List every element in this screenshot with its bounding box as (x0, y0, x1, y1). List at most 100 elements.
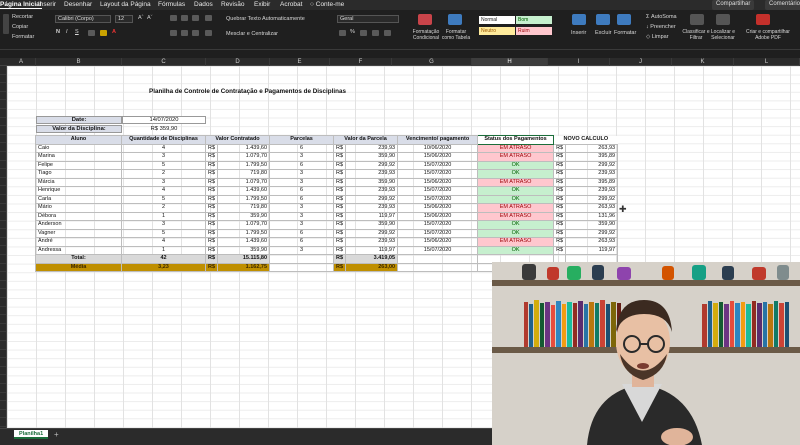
row-header[interactable] (0, 332, 6, 341)
vencimento-cell[interactable]: 15/07/2020 (397, 194, 479, 204)
tab-exibir[interactable]: Exibir (254, 1, 270, 8)
style-neutral[interactable]: Neutro (479, 27, 515, 35)
parcelas-cell[interactable]: 6 (269, 237, 335, 247)
vencimento-cell[interactable]: 15/07/2020 (397, 186, 479, 196)
novo-calculo-cell[interactable]: 131,96 (565, 211, 619, 221)
aluno-cell[interactable]: Marina (35, 152, 122, 162)
tab-formulas[interactable]: Fórmulas (158, 1, 185, 8)
tab-pagina-inicial[interactable]: Página Inicial (0, 1, 42, 9)
parcela-cell[interactable]: 119,97 (345, 245, 399, 255)
formula-bar[interactable] (0, 50, 800, 58)
row-header[interactable] (0, 375, 6, 384)
row-header[interactable] (0, 143, 6, 152)
row-header[interactable] (0, 161, 6, 170)
row-header[interactable] (0, 212, 6, 221)
valor-cell[interactable]: 719,80 (217, 203, 271, 213)
parcela-cell[interactable]: 239,93 (345, 169, 399, 179)
valor-cell[interactable]: 1.439,60 (217, 143, 271, 153)
aluno-cell[interactable]: Mário (35, 203, 122, 213)
status-cell[interactable]: EM ATRASO (477, 211, 555, 221)
number-format-select[interactable]: Geral (337, 15, 399, 23)
media-qtd[interactable]: 3,23 (121, 262, 206, 272)
vencimento-cell[interactable]: 15/07/2020 (397, 160, 479, 170)
column-header[interactable]: A (7, 58, 36, 66)
tell-me-search[interactable]: ○ Conte-me (310, 1, 344, 8)
novo-calculo-cell[interactable]: 263,93 (565, 203, 619, 213)
novo-calculo-cell[interactable]: 263,93 (565, 143, 619, 153)
font-color-icon[interactable]: A (112, 29, 116, 35)
total-qtd[interactable]: 42 (121, 254, 206, 264)
orientation-icon[interactable] (205, 15, 212, 21)
qtd-cell[interactable]: 5 (121, 160, 206, 170)
row-header[interactable] (0, 358, 6, 367)
vencimento-cell[interactable]: 15/07/2020 (397, 228, 479, 238)
qtd-cell[interactable]: 4 (121, 186, 206, 196)
parcela-cell[interactable]: 299,92 (345, 194, 399, 204)
conditional-formatting-icon[interactable] (418, 14, 432, 25)
parcela-cell[interactable]: 119,97 (345, 211, 399, 221)
vencimento-cell[interactable]: 15/06/2020 (397, 152, 479, 162)
qtd-cell[interactable]: 5 (121, 194, 206, 204)
row-header[interactable] (0, 315, 6, 324)
row-header[interactable] (0, 367, 6, 376)
header-status[interactable]: Status dos Pagamentos (477, 135, 555, 145)
wrap-text-button[interactable]: Quebrar Texto Automaticamente (226, 16, 305, 22)
column-header[interactable]: E (270, 58, 330, 66)
format-cells-icon[interactable] (617, 14, 631, 25)
parcela-cell[interactable]: 239,93 (345, 143, 399, 153)
valor-cell[interactable]: 719,80 (217, 169, 271, 179)
qtd-cell[interactable]: 4 (121, 237, 206, 247)
status-cell[interactable]: OK (477, 245, 555, 255)
valor-cell[interactable]: 359,90 (217, 211, 271, 221)
status-cell[interactable]: EM ATRASO (477, 143, 555, 153)
tab-dados[interactable]: Dados (194, 1, 213, 8)
borders-icon[interactable] (88, 30, 95, 36)
sort-filter-button[interactable]: Classificar e Filtrar (682, 29, 710, 41)
aluno-cell[interactable]: Márcia (35, 177, 122, 187)
row-header[interactable] (0, 418, 6, 427)
parcela-cell[interactable]: 239,93 (345, 203, 399, 213)
row-header[interactable] (0, 178, 6, 187)
valor-cell[interactable]: 1.079,70 (217, 177, 271, 187)
aluno-cell[interactable]: André (35, 237, 122, 247)
aluno-cell[interactable]: Tiago (35, 169, 122, 179)
italic-icon[interactable]: I (66, 29, 68, 35)
column-header[interactable]: C (122, 58, 206, 66)
accounting-format-icon[interactable] (339, 30, 346, 36)
row-header[interactable] (0, 401, 6, 410)
parcela-cell[interactable]: 239,93 (345, 237, 399, 247)
parcelas-cell[interactable]: 3 (269, 245, 335, 255)
parcelas-cell[interactable]: 6 (269, 186, 335, 196)
parcelas-cell[interactable]: 3 (269, 169, 335, 179)
copy-button[interactable]: Copiar (12, 24, 28, 30)
novo-calculo-cell[interactable]: 299,92 (565, 228, 619, 238)
column-header[interactable]: K (672, 58, 734, 66)
row-header[interactable] (0, 272, 6, 281)
status-cell[interactable]: OK (477, 169, 555, 179)
column-header[interactable]: H (472, 58, 548, 66)
row-headers[interactable] (0, 66, 7, 432)
vencimento-cell[interactable]: 15/07/2020 (397, 245, 479, 255)
comments-button[interactable]: Comentários (765, 0, 800, 10)
row-header[interactable] (0, 307, 6, 316)
delete-cells-icon[interactable] (596, 14, 610, 25)
insert-cells-icon[interactable] (572, 14, 586, 25)
font-size-select[interactable]: 12 (115, 15, 133, 23)
tab-layout-da-pagina[interactable]: Layout da Página (100, 1, 151, 8)
font-name-select[interactable]: Calibri (Corpo) (55, 15, 111, 23)
header-valor-parcela[interactable]: Valor da Parcela (333, 135, 399, 145)
format-as-table-button[interactable]: Formatar como Tabela (441, 29, 471, 41)
row-header[interactable] (0, 195, 6, 204)
merge-center-button[interactable]: Mesclar e Centralizar (226, 31, 278, 37)
tab-acrobat[interactable]: Acrobat (280, 1, 302, 8)
novo-calculo-cell[interactable]: 119,97 (565, 245, 619, 255)
sheet-tab-planilha1[interactable]: Planilha1 (14, 430, 49, 439)
parcelas-cell[interactable]: 6 (269, 228, 335, 238)
media-valor[interactable]: 1.162,75 (217, 262, 271, 272)
vencimento-cell[interactable]: 15/07/2020 (397, 169, 479, 179)
aluno-cell[interactable]: Henrique (35, 186, 122, 196)
parcela-cell[interactable]: 299,92 (345, 228, 399, 238)
row-header[interactable] (0, 109, 6, 118)
parcela-cell[interactable]: 239,93 (345, 186, 399, 196)
align-bottom-icon[interactable] (192, 15, 199, 21)
